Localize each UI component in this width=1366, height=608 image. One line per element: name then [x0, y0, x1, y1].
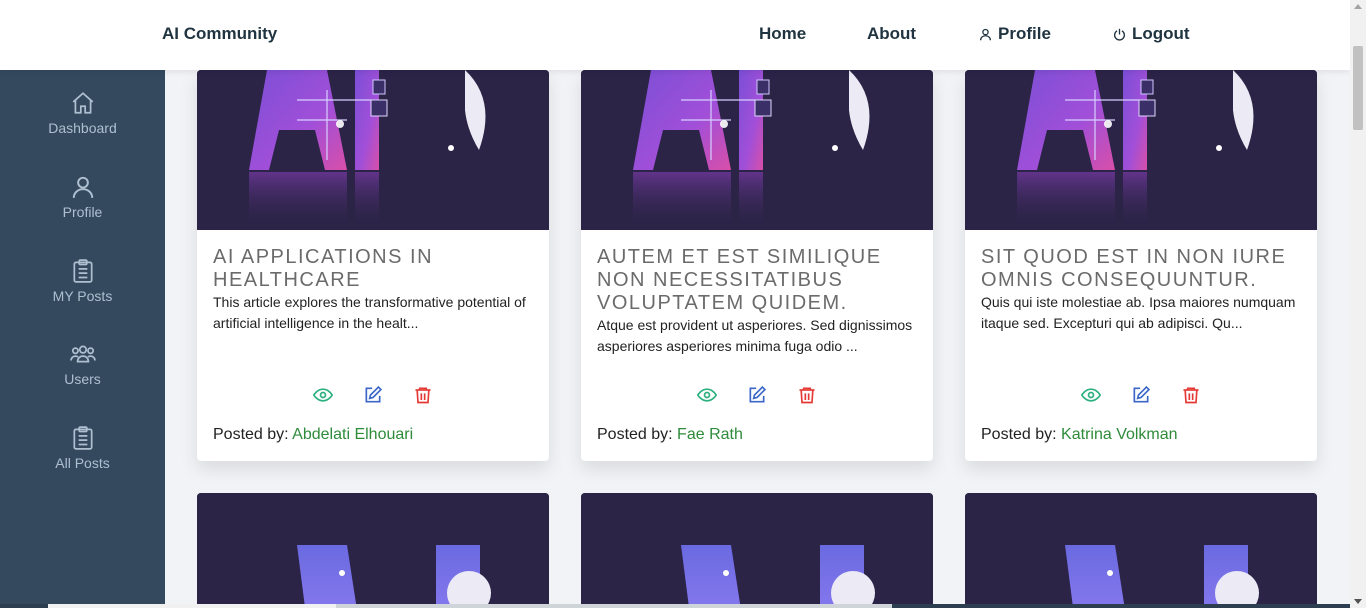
post-card: AUTEM ET EST SIMILIQUE NON NECESSITATIBU…	[581, 70, 933, 461]
sidebar-item-profile[interactable]: Profile	[0, 174, 165, 220]
post-card-image-partial	[965, 493, 1317, 608]
sidebar-item-label: Users	[64, 371, 101, 387]
edit-button[interactable]	[363, 384, 384, 405]
nav-profile-label: Profile	[998, 24, 1051, 43]
sidebar-item-users[interactable]: Users	[0, 341, 165, 387]
scroll-down-icon[interactable]	[1354, 599, 1362, 604]
post-byline: Posted by: Fae Rath	[597, 426, 743, 444]
post-card-image-partial	[581, 493, 933, 608]
post-author[interactable]: Abdelati Elhouari	[292, 426, 413, 443]
nav-about-label: About	[867, 24, 917, 43]
sidebar: Dashboard Profile MY Posts Users All Pos…	[0, 70, 165, 608]
edit-icon	[1133, 385, 1151, 402]
post-author[interactable]: Fae Rath	[677, 426, 743, 443]
post-image	[965, 70, 1317, 230]
trash-icon	[799, 387, 815, 403]
trash-icon	[415, 387, 431, 403]
post-image	[581, 70, 933, 230]
clipboard-icon	[72, 259, 93, 283]
sidebar-item-all-posts[interactable]: All Posts	[0, 425, 165, 471]
nav-logout-label: Logout	[1132, 24, 1190, 43]
edit-button[interactable]	[747, 384, 768, 405]
vertical-scrollbar[interactable]	[1350, 0, 1366, 608]
edit-icon	[365, 385, 383, 402]
delete-button[interactable]	[413, 384, 434, 405]
nav-profile[interactable]: Profile	[979, 24, 1051, 44]
top-navbar: AI Community Home About Profile Logout	[0, 0, 1350, 70]
delete-button[interactable]	[797, 384, 818, 405]
user-icon	[979, 28, 992, 40]
post-card-image-partial	[197, 493, 549, 608]
post-actions	[197, 384, 549, 405]
eye-icon	[1081, 387, 1101, 402]
post-title[interactable]: AUTEM ET EST SIMILIQUE NON NECESSITATIBU…	[597, 246, 919, 315]
post-description: Quis qui iste molestiae ab. Ipsa maiores…	[981, 294, 1296, 331]
post-actions	[965, 384, 1317, 405]
posted-by-label: Posted by:	[597, 426, 678, 443]
nav-logout[interactable]: Logout	[1113, 24, 1190, 44]
post-byline: Posted by: Abdelati Elhouari	[213, 426, 413, 444]
posted-by-label: Posted by:	[213, 426, 293, 443]
home-icon	[72, 92, 93, 114]
sidebar-item-label: Profile	[62, 204, 103, 220]
view-button[interactable]	[313, 384, 334, 405]
delete-button[interactable]	[1181, 384, 1202, 405]
edit-button[interactable]	[1131, 384, 1152, 405]
post-card: AI APPLICATIONS IN HEALTHCARE This artic…	[197, 70, 549, 461]
post-card: SIT QUOD EST IN NON IURE OMNIS CONSEQUUN…	[965, 70, 1317, 461]
eye-icon	[697, 387, 717, 402]
sidebar-item-label: All Posts	[55, 455, 110, 471]
brand-logo[interactable]: AI Community	[162, 24, 277, 44]
trash-icon	[1183, 387, 1199, 403]
sidebar-item-label: Dashboard	[48, 120, 117, 136]
sidebar-item-label: MY Posts	[52, 288, 113, 304]
hscroll-track	[336, 604, 892, 608]
clipboard-icon	[72, 426, 93, 450]
post-description: This article explores the transformative…	[213, 294, 526, 331]
post-title[interactable]: SIT QUOD EST IN NON IURE OMNIS CONSEQUUN…	[981, 246, 1303, 292]
post-author[interactable]: Katrina Volkman	[1061, 426, 1178, 443]
users-icon	[69, 345, 96, 363]
nav-home[interactable]: Home	[759, 24, 806, 44]
post-image	[197, 70, 549, 230]
nav-about[interactable]: About	[867, 24, 916, 44]
power-icon	[1113, 28, 1126, 41]
user-icon	[72, 176, 93, 198]
post-byline: Posted by: Katrina Volkman	[981, 426, 1178, 444]
hscroll-thumb[interactable]	[48, 604, 336, 608]
scroll-thumb[interactable]	[1353, 46, 1363, 130]
post-description: Atque est provident ut asperiores. Sed d…	[597, 317, 913, 354]
edit-icon	[749, 385, 767, 402]
eye-icon	[313, 387, 333, 402]
nav-home-label: Home	[759, 24, 807, 43]
sidebar-item-my-posts[interactable]: MY Posts	[0, 258, 165, 304]
sidebar-item-dashboard[interactable]: Dashboard	[0, 90, 165, 136]
view-button[interactable]	[697, 384, 718, 405]
post-actions	[581, 384, 933, 405]
posted-by-label: Posted by:	[981, 426, 1062, 443]
scroll-up-icon[interactable]	[1354, 4, 1362, 9]
horizontal-scrollbar[interactable]	[0, 604, 1350, 608]
view-button[interactable]	[1081, 384, 1102, 405]
post-title[interactable]: AI APPLICATIONS IN HEALTHCARE	[213, 246, 535, 292]
